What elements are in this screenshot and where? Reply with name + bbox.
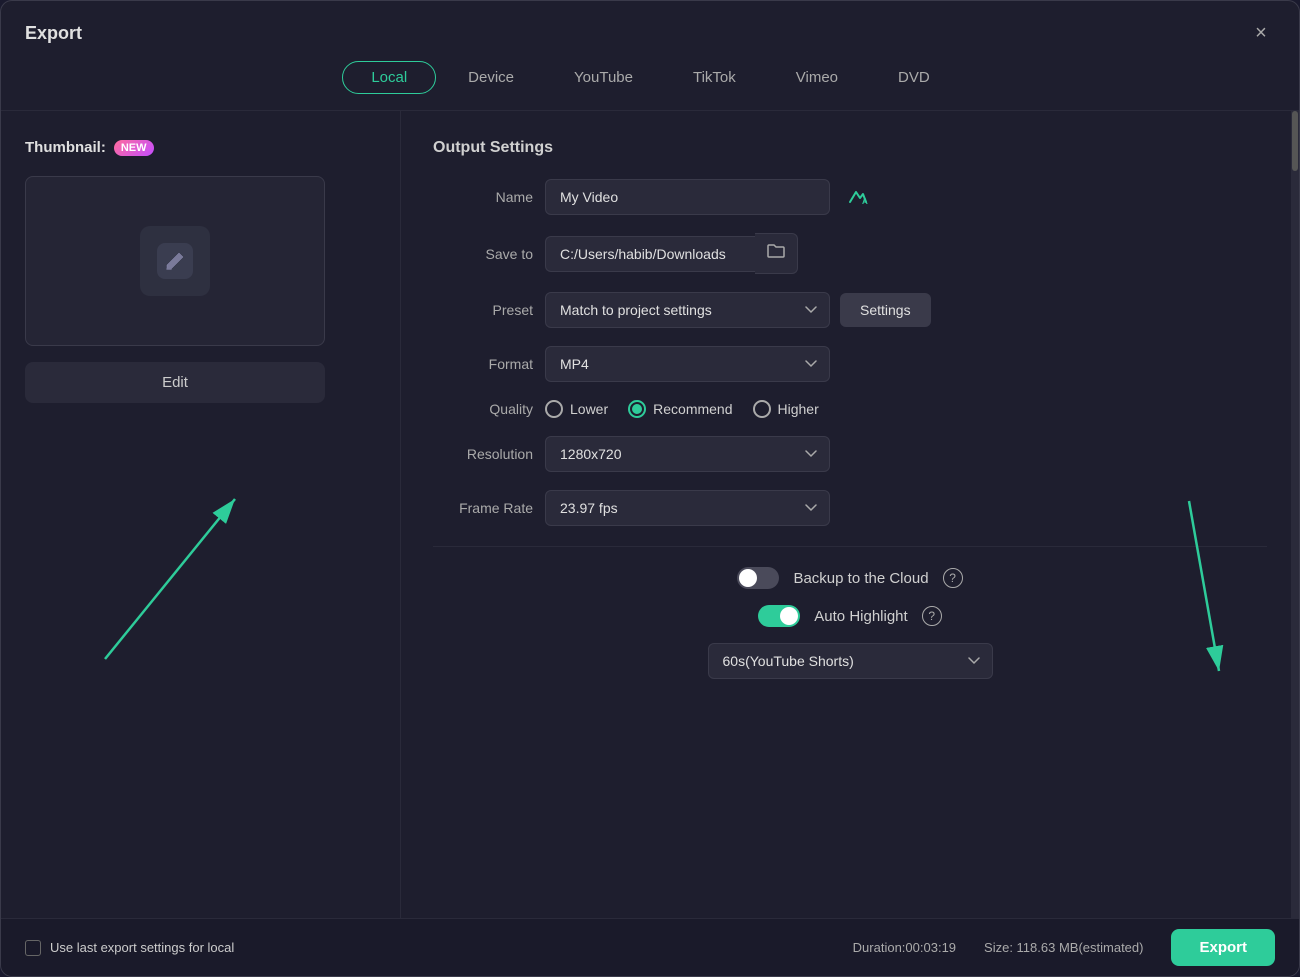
frame-rate-label: Frame Rate bbox=[433, 500, 533, 516]
quality-recommend-radio-inner bbox=[632, 404, 642, 414]
output-settings-title: Output Settings bbox=[433, 139, 1267, 157]
save-to-input[interactable] bbox=[545, 236, 755, 272]
tabs-row: Local Device YouTube TikTok Vimeo DVD bbox=[1, 61, 1299, 110]
content-area: Thumbnail: NEW Edit bbox=[1, 110, 1299, 918]
edit-pencil-icon bbox=[157, 243, 193, 279]
ai-icon[interactable]: AI bbox=[846, 184, 868, 211]
settings-button[interactable]: Settings bbox=[840, 293, 931, 327]
tab-youtube[interactable]: YouTube bbox=[546, 61, 661, 94]
youtube-shorts-row: 60s(YouTube Shorts) bbox=[433, 643, 1267, 679]
auto-highlight-help-icon[interactable]: ? bbox=[922, 606, 942, 626]
format-row: Format MP4 bbox=[433, 346, 1267, 382]
new-badge: NEW bbox=[114, 140, 154, 156]
preset-row: Preset Match to project settings Setting… bbox=[433, 292, 1267, 328]
arrow-format bbox=[85, 479, 285, 699]
last-export-checkbox[interactable] bbox=[25, 940, 41, 956]
tab-local[interactable]: Local bbox=[342, 61, 436, 94]
backup-cloud-thumb bbox=[739, 569, 757, 587]
svg-text:AI: AI bbox=[862, 197, 868, 206]
resolution-label: Resolution bbox=[433, 446, 533, 462]
backup-cloud-toggle[interactable] bbox=[737, 567, 779, 589]
preset-input-group: Match to project settings Settings bbox=[545, 292, 945, 328]
auto-highlight-toggle[interactable] bbox=[758, 605, 800, 627]
resolution-select[interactable]: 1280x720 bbox=[545, 436, 830, 472]
backup-cloud-label: Backup to the Cloud bbox=[793, 570, 928, 587]
save-to-row: Save to bbox=[433, 233, 1267, 274]
thumbnail-preview bbox=[25, 176, 325, 346]
quality-label: Quality bbox=[433, 401, 533, 417]
save-to-input-group bbox=[545, 233, 798, 274]
youtube-shorts-select[interactable]: 60s(YouTube Shorts) bbox=[708, 643, 993, 679]
resolution-row: Resolution 1280x720 bbox=[433, 436, 1267, 472]
quality-higher-radio[interactable] bbox=[753, 400, 771, 418]
tab-dvd[interactable]: DVD bbox=[870, 61, 958, 94]
auto-highlight-row: Auto Highlight ? bbox=[433, 605, 1267, 627]
format-label: Format bbox=[433, 356, 533, 372]
left-panel: Thumbnail: NEW Edit bbox=[1, 111, 401, 918]
tab-device[interactable]: Device bbox=[440, 61, 542, 94]
scrollbar-track bbox=[1291, 111, 1299, 918]
preset-select[interactable]: Match to project settings bbox=[545, 292, 830, 328]
bottom-stats: Duration:00:03:19 Size: 118.63 MB(estima… bbox=[853, 929, 1275, 966]
auto-highlight-thumb bbox=[780, 607, 798, 625]
quality-recommend[interactable]: Recommend bbox=[628, 400, 732, 418]
scrollbar-thumb bbox=[1292, 111, 1298, 171]
bottom-bar: Use last export settings for local Durat… bbox=[1, 918, 1299, 976]
folder-button[interactable] bbox=[755, 233, 798, 274]
edit-button[interactable]: Edit bbox=[25, 362, 325, 403]
preset-label: Preset bbox=[433, 302, 533, 318]
quality-recommend-radio[interactable] bbox=[628, 400, 646, 418]
folder-icon bbox=[767, 243, 785, 259]
dialog-title: Export bbox=[25, 23, 82, 44]
backup-help-icon[interactable]: ? bbox=[943, 568, 963, 588]
frame-rate-select[interactable]: 23.97 fps bbox=[545, 490, 830, 526]
quality-lower[interactable]: Lower bbox=[545, 400, 608, 418]
quality-options: Lower Recommend Higher bbox=[545, 400, 819, 418]
quality-row: Quality Lower Recommend Higher bbox=[433, 400, 1267, 418]
format-select[interactable]: MP4 bbox=[545, 346, 830, 382]
frame-rate-row: Frame Rate 23.97 fps bbox=[433, 490, 1267, 526]
tab-vimeo[interactable]: Vimeo bbox=[768, 61, 866, 94]
export-button[interactable]: Export bbox=[1171, 929, 1275, 966]
save-to-label: Save to bbox=[433, 246, 533, 262]
export-dialog: Export × Local Device YouTube TikTok Vim… bbox=[0, 0, 1300, 977]
close-button[interactable]: × bbox=[1247, 19, 1275, 47]
divider bbox=[433, 546, 1267, 547]
quality-lower-radio[interactable] bbox=[545, 400, 563, 418]
tab-tiktok[interactable]: TikTok bbox=[665, 61, 764, 94]
thumbnail-icon-wrapper bbox=[140, 226, 210, 296]
quality-higher[interactable]: Higher bbox=[753, 400, 819, 418]
name-label: Name bbox=[433, 189, 533, 205]
name-input[interactable] bbox=[545, 179, 830, 215]
right-panel: Output Settings Name AI Save to bbox=[401, 111, 1299, 918]
thumbnail-label: Thumbnail: NEW bbox=[25, 139, 376, 156]
last-export-settings[interactable]: Use last export settings for local bbox=[25, 940, 234, 956]
title-bar: Export × bbox=[1, 1, 1299, 61]
size-stat: Size: 118.63 MB(estimated) bbox=[984, 940, 1143, 955]
auto-highlight-label: Auto Highlight bbox=[814, 608, 907, 625]
duration-stat: Duration:00:03:19 bbox=[853, 940, 956, 955]
backup-cloud-row: Backup to the Cloud ? bbox=[433, 567, 1267, 589]
name-row: Name AI bbox=[433, 179, 1267, 215]
